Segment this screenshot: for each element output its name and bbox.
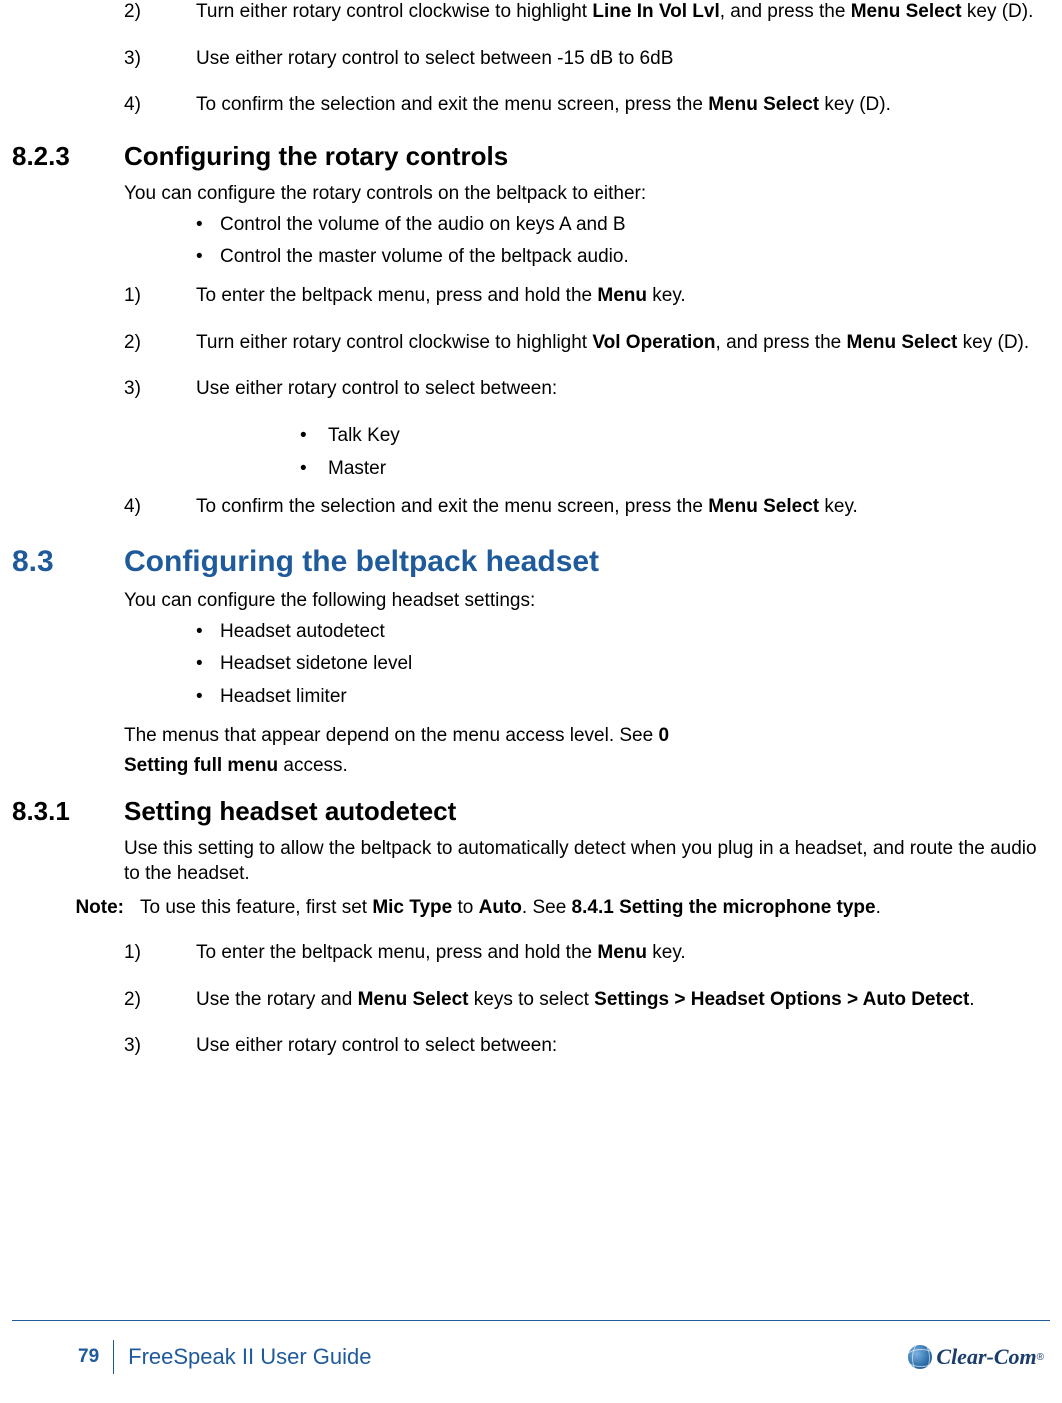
note-label: Note: [12, 896, 140, 921]
step-body: To enter the beltpack menu, press and ho… [196, 941, 1050, 966]
bullet-list: Headset autodetect Headset sidetone level… [12, 620, 1050, 710]
ordered-step: 3) Use either rotary control to select b… [124, 377, 1050, 402]
bullet-item: Master [300, 457, 1050, 482]
step-number: 1) [124, 941, 196, 966]
step-body: To enter the beltpack menu, press and ho… [196, 284, 1050, 309]
step-body: To confirm the selection and exit the me… [196, 93, 1050, 118]
step-body: Use either rotary control to select betw… [196, 1034, 1050, 1059]
step-body: Turn either rotary control clockwise to … [196, 331, 1050, 356]
ordered-step: 2)Use the rotary and Menu Select keys to… [124, 988, 1050, 1013]
step-body: Use the rotary and Menu Select keys to s… [196, 988, 1050, 1013]
bullet-item: Headset sidetone level [196, 652, 1050, 677]
paragraph: The menus that appear depend on the menu… [124, 724, 1050, 749]
footer-title: FreeSpeak II User Guide [114, 1343, 908, 1372]
page-footer: 79 FreeSpeak II User Guide Clear-Com ® [12, 1320, 1050, 1387]
ordered-step: 4) To confirm the selection and exit the… [124, 495, 1050, 520]
step-body: Use either rotary control to select betw… [196, 47, 1050, 72]
bullet-item: Control the master volume of the beltpac… [196, 245, 1050, 270]
heading-title: Configuring the rotary controls [124, 140, 1050, 174]
step-number: 1) [124, 284, 196, 309]
paragraph: You can configure the rotary controls on… [124, 182, 1050, 207]
note: Note: To use this feature, first set Mic… [12, 896, 1050, 921]
step-number: 3) [124, 47, 196, 72]
page-content: 2)Turn either rotary control clockwise t… [0, 0, 1062, 1320]
step-body: Use either rotary control to select betw… [196, 377, 1050, 402]
heading-8-3: 8.3 Configuring the beltpack headset [12, 542, 1050, 581]
ordered-step: 3)Use either rotary control to select be… [124, 1034, 1050, 1059]
heading-title: Configuring the beltpack headset [124, 542, 1050, 581]
heading-number: 8.3 [12, 542, 124, 581]
paragraph: Setting full menu access. [124, 754, 1050, 779]
paragraph: You can configure the following headset … [124, 589, 1050, 614]
paragraph: Use this setting to allow the beltpack t… [124, 837, 1050, 886]
step-body: Turn either rotary control clockwise to … [196, 0, 1050, 25]
heading-title: Setting headset autodetect [124, 795, 1050, 829]
heading-8-3-1: 8.3.1 Setting headset autodetect [12, 795, 1050, 829]
step-body: To confirm the selection and exit the me… [196, 495, 1050, 520]
step-number: 2) [124, 988, 196, 1013]
brand-logo: Clear-Com ® [908, 1343, 1050, 1372]
bullet-item: Headset limiter [196, 685, 1050, 710]
heading-number: 8.3.1 [12, 795, 124, 829]
step-number: 3) [124, 1034, 196, 1059]
step-number: 4) [124, 93, 196, 118]
bullet-list: Control the volume of the audio on keys … [12, 213, 1050, 270]
ordered-step: 1)To enter the beltpack menu, press and … [124, 284, 1050, 309]
page-number: 79 [12, 1340, 114, 1374]
globe-icon [908, 1345, 932, 1369]
ordered-step: 2)Turn either rotary control clockwise t… [124, 0, 1050, 25]
step-number: 2) [124, 0, 196, 25]
heading-8-2-3: 8.2.3 Configuring the rotary controls [12, 140, 1050, 174]
bullet-item: Headset autodetect [196, 620, 1050, 645]
nested-bullet-list: Talk Key Master [12, 424, 1050, 481]
bullet-item: Control the volume of the audio on keys … [196, 213, 1050, 238]
step-number: 3) [124, 377, 196, 402]
ordered-step: 4)To confirm the selection and exit the … [124, 93, 1050, 118]
note-body: To use this feature, first set Mic Type … [140, 896, 1050, 921]
bullet-item: Talk Key [300, 424, 1050, 449]
ordered-step: 2)Turn either rotary control clockwise t… [124, 331, 1050, 356]
brand-name: Clear-Com [936, 1343, 1036, 1372]
heading-number: 8.2.3 [12, 140, 124, 174]
ordered-step: 3)Use either rotary control to select be… [124, 47, 1050, 72]
ordered-step: 1)To enter the beltpack menu, press and … [124, 941, 1050, 966]
step-number: 4) [124, 495, 196, 520]
step-number: 2) [124, 331, 196, 356]
registered-mark: ® [1037, 1351, 1044, 1364]
